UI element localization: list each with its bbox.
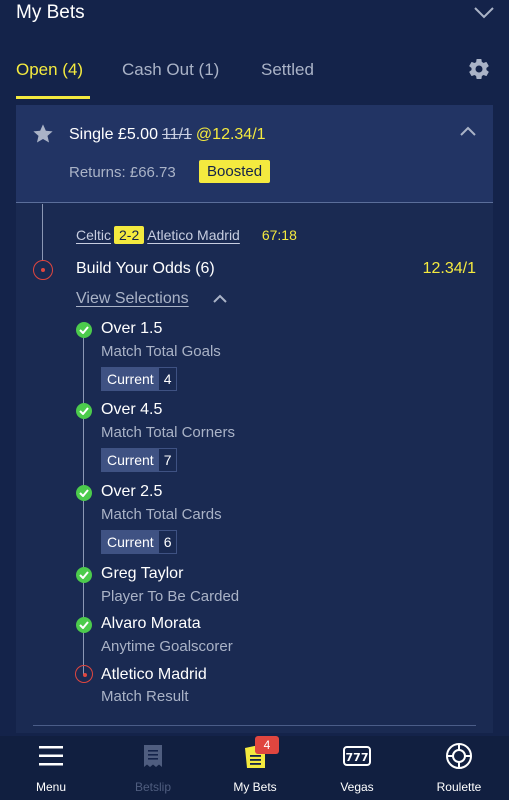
nav-label: Betslip — [134, 780, 172, 794]
home-team-link[interactable]: Celtic — [76, 227, 111, 243]
bet-stake: Single £5.00 — [69, 126, 158, 143]
bet-card-header: Single £5.00 11/1 @12.34/1 Returns: £66.73… — [16, 105, 493, 203]
match-score: 2-2 — [114, 226, 145, 244]
current-label: Current — [102, 449, 159, 471]
lost-status-icon — [33, 260, 53, 280]
tab-cash-out[interactable]: Cash Out (1) — [122, 60, 219, 80]
view-selections-link[interactable]: View Selections — [76, 290, 189, 308]
match-clock: 67:18 — [261, 227, 297, 243]
selection-name: Greg Taylor — [101, 565, 184, 582]
nav-roulette[interactable]: Roulette — [408, 736, 509, 800]
check-icon — [76, 403, 92, 419]
original-odds: 11/1 — [161, 126, 192, 143]
timeline-line — [42, 204, 43, 261]
selection-market: Player To Be Carded — [101, 588, 240, 605]
tab-settled[interactable]: Settled — [261, 60, 314, 80]
current-label: Current — [102, 368, 159, 390]
selection-name: Over 1.5 — [101, 320, 163, 337]
bet-tabs: Open (4) Cash Out (1) Settled — [0, 50, 509, 100]
bet-summary: Single £5.00 11/1 @12.34/1 — [69, 126, 266, 144]
vegas-icon: 777 — [343, 746, 371, 766]
selection-name: Over 2.5 — [101, 483, 163, 500]
nav-label: Vegas — [340, 780, 374, 794]
current-value: 7 — [163, 452, 172, 468]
away-team-link[interactable]: Atletico Madrid — [147, 227, 240, 243]
nav-betslip[interactable]: Betslip — [102, 736, 204, 800]
chevron-up-icon[interactable] — [459, 125, 477, 137]
gear-icon[interactable] — [467, 57, 491, 81]
page-title: My Bets — [16, 2, 85, 23]
menu-icon — [39, 746, 63, 766]
boosted-odds: @12.34/1 — [195, 126, 266, 143]
chevron-up-icon[interactable] — [212, 293, 228, 303]
selection-market: Match Total Cards — [101, 506, 222, 523]
selection-name: Over 4.5 — [101, 401, 163, 418]
header: My Bets — [0, 0, 509, 30]
nav-my-bets[interactable]: 4 My Bets — [204, 736, 306, 800]
star-icon[interactable] — [32, 123, 54, 145]
nav-label: Roulette — [436, 780, 482, 794]
svg-text:777: 777 — [346, 751, 369, 764]
nav-label: My Bets — [233, 780, 277, 794]
current-value-box: Current 6 — [101, 530, 178, 554]
returns-text: Returns: £66.73 — [69, 164, 176, 181]
roulette-icon — [446, 743, 472, 769]
check-icon — [76, 567, 92, 583]
chevron-down-icon[interactable] — [473, 4, 495, 20]
match-info: Celtic 2-2 Atletico Madrid 67:18 — [76, 226, 297, 244]
current-value: 6 — [163, 534, 172, 550]
check-icon — [76, 617, 92, 633]
market-odds: 12.34/1 — [422, 260, 476, 277]
check-icon — [76, 322, 92, 338]
bet-card: Single £5.00 11/1 @12.34/1 Returns: £66.73… — [16, 105, 493, 733]
nav-vegas[interactable]: 777 Vegas — [306, 736, 408, 800]
selection-name: Alvaro Morata — [101, 615, 201, 632]
selection-name: Atletico Madrid — [101, 666, 207, 683]
nav-label: Menu — [35, 780, 67, 794]
current-label: Current — [102, 531, 159, 553]
nav-menu[interactable]: Menu — [0, 736, 102, 800]
notification-badge: 4 — [255, 736, 279, 754]
bottom-nav: Menu Betslip 4 My Bets 777 Vegas Roulett… — [0, 736, 509, 800]
selection-market: Match Total Goals — [101, 343, 221, 360]
current-value-box: Current 4 — [101, 367, 178, 391]
active-tab-indicator — [16, 96, 90, 99]
divider — [33, 725, 476, 726]
current-value-box: Current 7 — [101, 448, 178, 472]
selection-market: Match Result — [101, 688, 189, 705]
betslip-icon — [144, 745, 162, 767]
lost-status-icon — [75, 665, 93, 683]
selection-market: Match Total Corners — [101, 424, 235, 441]
tab-open[interactable]: Open (4) — [16, 60, 83, 80]
selection-market: Anytime Goalscorer — [101, 638, 233, 655]
boosted-badge: Boosted — [199, 160, 271, 183]
check-icon — [76, 485, 92, 501]
market-name: Build Your Odds (6) — [76, 260, 215, 277]
current-value: 4 — [163, 371, 172, 387]
